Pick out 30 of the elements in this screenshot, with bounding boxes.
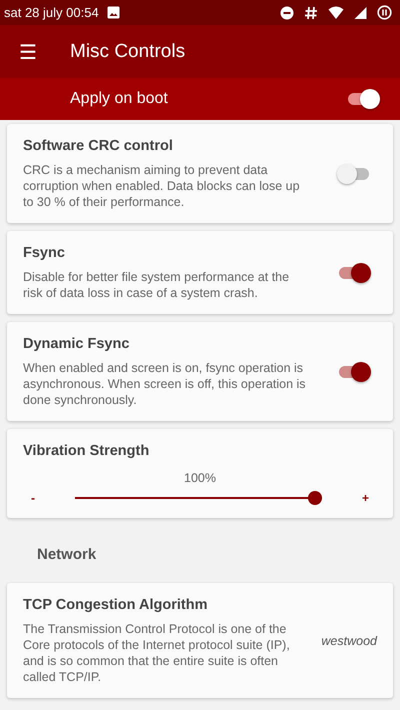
setting-description: The Transmission Control Protocol is one of the Core protocols of the Internet protocol suite (IP), and is so common that the entire suite is often called TCP/IP. [23,621,291,685]
setting-card[interactable]: TCP Congestion Algorithm The Transmission Control Protocol is one of the Core protocols of the Internet protocol suite (IP), and is so common that the entire suite is often called TCP/IP. westwood [7,583,393,698]
setting-title: Fsync [23,245,66,261]
slider[interactable] [75,491,322,505]
setting-title: Vibration Strength [23,443,150,459]
clock: sat 28 july 00:54 [4,5,99,20]
decrease-button[interactable]: - [23,491,43,505]
setting-description: CRC is a mechanism aiming to prevent data corruption when enabled. Data blocks can lose up to 30 % of their performance. [23,162,301,210]
do-not-disturb-icon [280,6,294,20]
menu-button[interactable]: ☰ [16,42,40,62]
toggle-switch[interactable] [337,361,371,383]
toggle-switch[interactable] [337,163,371,185]
setting-description: Disable for better file system performance at the risk of data loss in case of a system crash. [23,269,290,301]
section-heading: Network [36,545,98,565]
boot-switch[interactable] [346,88,380,110]
circle-icon [377,5,392,20]
screen-title: Misc Controls [70,40,186,62]
toggle-switch[interactable] [337,262,371,284]
setting-title: Software CRC control [23,138,174,154]
increase-button[interactable]: + [354,491,377,505]
slider-reading: 100% [183,471,217,485]
hash-icon [304,6,318,20]
setting-description: When enabled and screen is on, fsync operation is asynchronous. When screen is off, this operation is done synchronously. [23,360,307,408]
setting-title: Dynamic Fsync [23,336,130,352]
setting-title: TCP Congestion Algorithm [23,597,208,613]
image-icon [106,6,120,19]
wifi-icon [328,6,344,20]
boot-label: Apply on boot [70,90,168,108]
signal-icon [354,6,367,20]
setting-value: westwood [321,634,377,648]
